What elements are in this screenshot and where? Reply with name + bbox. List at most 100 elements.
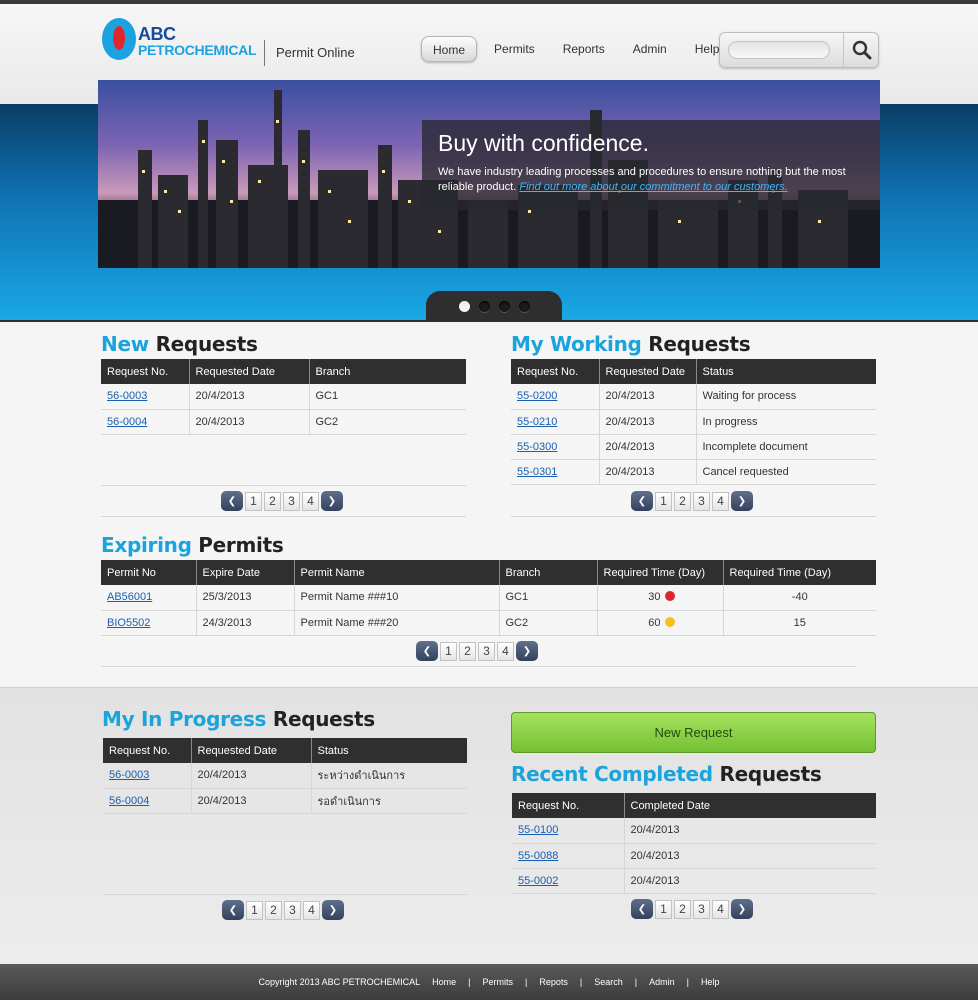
col-branch[interactable]: Branch [499,560,598,585]
status-yellow-icon [664,616,675,627]
prev-page-button[interactable]: ❮ [221,491,243,511]
new-requests-title: New Requests [101,332,258,356]
page-2[interactable]: 2 [264,491,281,511]
page-1[interactable]: 1 [655,491,672,511]
col-request-no[interactable]: Request No. [101,359,190,384]
page-1[interactable]: 1 [246,900,263,920]
new-requests-pagination: ❮ 1 2 3 4 ❯ [221,490,343,512]
col-status[interactable]: Status [311,738,467,763]
col-required-time[interactable]: Required Time (Day) [597,560,724,585]
new-request-button[interactable]: New Request [511,712,876,753]
footer-link-home[interactable]: Home [432,977,456,987]
request-link[interactable]: 55-0002 [518,875,558,887]
page-2[interactable]: 2 [459,641,476,661]
page-4[interactable]: 4 [302,491,319,511]
next-page-button[interactable]: ❯ [516,641,538,661]
logo-text-petrochemical: PETROCHEMICAL [138,42,257,58]
status-red-icon [664,591,675,602]
request-link[interactable]: 55-0301 [517,466,557,478]
table-row: AB56001 25/3/2013 Permit Name ###10 GC1 … [101,585,876,611]
prev-page-button[interactable]: ❮ [631,491,653,511]
footer: Copyright 2013 ABC PETROCHEMICAL Home | P… [0,964,978,1000]
next-page-button[interactable]: ❯ [322,900,344,920]
page-3[interactable]: 3 [693,899,710,919]
slide-dot-2[interactable] [478,300,490,312]
next-page-button[interactable]: ❯ [731,899,753,919]
slide-dot-1[interactable] [458,300,470,312]
request-link[interactable]: 55-0100 [518,824,558,836]
request-link[interactable]: 56-0003 [107,390,147,402]
nav-reports[interactable]: Reports [552,36,616,62]
table-row: 55-0301 20/4/2013 Cancel requested [511,459,876,485]
expiring-permits-title: Expiring Permits [101,533,284,557]
request-link[interactable]: 55-0088 [518,850,558,862]
page-2[interactable]: 2 [674,491,691,511]
table-row: 55-0300 20/4/2013 Incomplete document [511,434,876,460]
search-input[interactable] [728,41,830,59]
col-expire-date[interactable]: Expire Date [196,560,295,585]
recent-completed-title: Recent Completed Requests [511,762,822,786]
table-row: 55-0100 20/4/2013 [512,818,876,844]
col-completed-date[interactable]: Completed Date [624,793,876,818]
request-link[interactable]: 55-0210 [517,416,557,428]
nav-admin[interactable]: Admin [622,36,678,62]
search-button[interactable] [843,33,879,67]
footer-link-reports[interactable]: Repots [539,977,568,987]
col-request-no[interactable]: Request No. [511,359,600,384]
logo-mark-icon [102,18,136,60]
col-permit-name[interactable]: Permit Name [294,560,500,585]
recent-completed-table: Request No. Completed Date 55-0100 20/4/… [512,793,876,894]
col-permit-no[interactable]: Permit No [101,560,197,585]
col-branch[interactable]: Branch [309,359,466,384]
request-link[interactable]: 56-0004 [109,795,149,807]
page-3[interactable]: 3 [478,641,495,661]
request-link[interactable]: 55-0200 [517,390,557,402]
col-request-no[interactable]: Request No. [103,738,192,763]
page-4[interactable]: 4 [303,900,320,920]
prev-page-button[interactable]: ❮ [631,899,653,919]
page-2[interactable]: 2 [265,900,282,920]
table-row: 55-0002 20/4/2013 [512,868,876,894]
prev-page-button[interactable]: ❮ [416,641,438,661]
page-3[interactable]: 3 [283,491,300,511]
page-1[interactable]: 1 [655,899,672,919]
request-link[interactable]: 56-0004 [107,416,147,428]
col-requested-date[interactable]: Requested Date [191,738,312,763]
logo-divider [264,40,265,66]
prev-page-button[interactable]: ❮ [222,900,244,920]
banner-title: Buy with confidence. [438,130,649,156]
request-link[interactable]: 56-0003 [109,769,149,781]
banner-link[interactable]: Find out more about our commitment to ou… [519,181,787,193]
page-3[interactable]: 3 [693,491,710,511]
col-required-time-remaining[interactable]: Required Time (Day) [723,560,876,585]
footer-link-admin[interactable]: Admin [649,977,675,987]
next-page-button[interactable]: ❯ [321,491,343,511]
col-request-no[interactable]: Request No. [512,793,625,818]
banner-text: We have industry leading processes and p… [438,165,864,195]
permit-link[interactable]: BIO5502 [107,617,150,629]
page-2[interactable]: 2 [674,899,691,919]
permit-link[interactable]: AB56001 [107,591,152,603]
footer-link-help[interactable]: Help [701,977,720,987]
slide-dot-4[interactable] [518,300,530,312]
logo[interactable]: ABC PETROCHEMICAL [102,14,257,66]
next-page-button[interactable]: ❯ [731,491,753,511]
page-4[interactable]: 4 [712,899,729,919]
page-1[interactable]: 1 [245,491,262,511]
page-4[interactable]: 4 [497,641,514,661]
nav-home[interactable]: Home [421,36,478,62]
nav-permits[interactable]: Permits [483,36,546,62]
page-1[interactable]: 1 [440,641,457,661]
footer-link-search[interactable]: Search [594,977,623,987]
col-requested-date[interactable]: Requested Date [599,359,697,384]
table-divider [103,894,467,895]
request-link[interactable]: 55-0300 [517,441,557,453]
slide-dot-3[interactable] [498,300,510,312]
col-requested-date[interactable]: Requested Date [189,359,310,384]
table-divider [511,516,876,517]
page-3[interactable]: 3 [284,900,301,920]
col-status[interactable]: Status [696,359,876,384]
page-4[interactable]: 4 [712,491,729,511]
in-progress-table: Request No. Requested Date Status 56-000… [103,738,467,814]
footer-link-permits[interactable]: Permits [482,977,513,987]
